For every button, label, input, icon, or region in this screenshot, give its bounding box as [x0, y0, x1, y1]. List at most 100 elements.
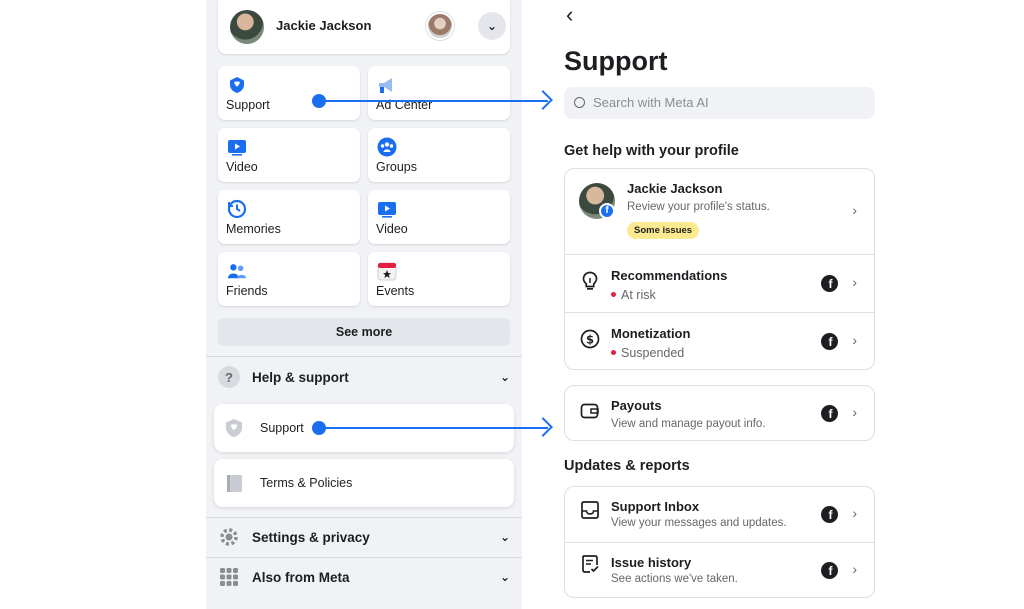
connector-arrow-support-item [312, 417, 553, 437]
chevron-down-icon: ⌄ [499, 570, 510, 584]
friends-icon [227, 262, 247, 280]
meta-ai-icon [574, 97, 585, 108]
tile-label: Video [376, 222, 408, 236]
facebook-icon: f [821, 562, 838, 579]
profile-row-subtitle: Review your profile's status. [627, 201, 770, 213]
calendar-star-icon [377, 262, 397, 281]
search-placeholder: Search with Meta AI [593, 95, 709, 110]
support-inbox-row[interactable]: Support Inbox View your messages and upd… [565, 487, 874, 542]
chevron-right-icon: › [852, 274, 857, 290]
facebook-icon: f [821, 333, 838, 350]
tile-video-2[interactable]: Video [368, 190, 510, 244]
tile-label: Groups [376, 160, 417, 174]
switch-profile-avatar[interactable] [426, 12, 454, 40]
tile-memories[interactable]: Memories [218, 190, 360, 244]
payouts-card[interactable]: Payouts View and manage payout info. f › [564, 385, 875, 441]
wallet-icon [580, 401, 600, 421]
tile-ad-center[interactable]: Ad Center [368, 66, 510, 120]
connector-arrow-support-tile [312, 90, 553, 110]
chevron-right-icon: › [852, 561, 857, 577]
payouts-title: Payouts [611, 398, 662, 413]
memories-clock-icon [227, 199, 247, 219]
search-input[interactable]: Search with Meta AI [564, 87, 875, 119]
video-play-icon [227, 138, 247, 156]
connector-dot [312, 94, 326, 108]
profile-status-row[interactable]: f Jackie Jackson Review your profile's s… [565, 169, 874, 254]
terms-policies-item[interactable]: Terms & Policies [214, 459, 514, 507]
arrow-head-icon [533, 90, 553, 110]
issue-history-row[interactable]: Issue history See actions we've taken. f… [565, 543, 874, 598]
profile-card[interactable]: Jackie Jackson ⌄ [218, 0, 510, 54]
settings-privacy-row[interactable]: Settings & privacy ⌄ [206, 518, 522, 556]
recommendations-row[interactable]: Recommendations At risk f › [565, 255, 874, 312]
tile-label: Video [226, 160, 258, 174]
facebook-icon: f [821, 506, 838, 523]
monetization-status-text: Suspended [621, 346, 685, 360]
see-more-button[interactable]: See more [218, 318, 510, 346]
profile-help-card: f Jackie Jackson Review your profile's s… [564, 168, 875, 370]
profile-row-name: Jackie Jackson [627, 181, 723, 196]
lightbulb-icon [580, 271, 600, 291]
recommendations-title: Recommendations [611, 268, 728, 283]
page-title: Support [564, 46, 668, 76]
monetization-row[interactable]: $ Monetization Suspended f › [565, 313, 874, 370]
document-check-icon [580, 554, 600, 574]
monetization-status: Suspended [611, 346, 684, 360]
profile-name: Jackie Jackson [276, 18, 372, 33]
support-menu-label: Support [260, 421, 304, 435]
back-arrow-icon[interactable]: ‹ [566, 2, 573, 28]
gear-icon [218, 526, 240, 548]
alert-dot-icon [611, 292, 616, 298]
tile-label: Support [226, 98, 270, 112]
help-support-label: Help & support [252, 369, 349, 385]
also-from-meta-row[interactable]: Also from Meta ⌄ [206, 558, 522, 596]
support-inbox-title: Support Inbox [611, 499, 700, 514]
tile-label: Events [376, 284, 415, 298]
facebook-menu-panel: Jackie Jackson ⌄ Support Ad Center Video… [206, 0, 522, 609]
issue-history-title: Issue history [611, 555, 692, 570]
connector-dot [312, 421, 326, 435]
chevron-right-icon: › [852, 332, 857, 348]
book-icon [224, 473, 244, 493]
monetization-title: Monetization [611, 326, 691, 341]
support-heart-icon [224, 418, 244, 438]
settings-privacy-label: Settings & privacy [252, 529, 370, 545]
payouts-row[interactable]: Payouts View and manage payout info. f › [565, 386, 874, 440]
chevron-down-icon: ⌄ [499, 370, 510, 384]
issue-history-subtitle: See actions we've taken. [611, 573, 738, 585]
groups-icon [377, 137, 397, 157]
also-from-meta-label: Also from Meta [252, 569, 350, 585]
divider [206, 356, 522, 357]
facebook-badge-icon: f [599, 203, 615, 219]
recommendations-status-text: At risk [621, 288, 656, 302]
tile-support[interactable]: Support [218, 66, 360, 120]
help-support-row[interactable]: ? Help & support ⌄ [206, 358, 522, 396]
tile-friends[interactable]: Friends [218, 252, 360, 306]
facebook-icon: f [821, 275, 838, 292]
chevron-right-icon: › [852, 505, 857, 521]
dollar-circle-icon: $ [580, 329, 600, 349]
tile-video[interactable]: Video [218, 128, 360, 182]
video-play-icon [377, 200, 397, 218]
facebook-icon: f [821, 405, 838, 422]
tile-events[interactable]: Events [368, 252, 510, 306]
tile-groups[interactable]: Groups [368, 128, 510, 182]
question-icon: ? [218, 366, 240, 388]
grid-icon [218, 566, 240, 588]
tile-label: Friends [226, 284, 268, 298]
arrow-head-icon [533, 417, 553, 437]
alert-dot-icon [611, 350, 616, 356]
support-inbox-subtitle: View your messages and updates. [611, 517, 787, 529]
chevron-right-icon: › [852, 404, 857, 420]
profile-dropdown-chevron-icon[interactable]: ⌄ [478, 12, 506, 40]
status-badge: Some issues [627, 222, 700, 239]
payouts-subtitle: View and manage payout info. [611, 418, 766, 430]
updates-card: Support Inbox View your messages and upd… [564, 486, 875, 598]
chevron-right-icon: › [852, 202, 857, 218]
tile-label: Memories [226, 222, 281, 236]
terms-policies-label: Terms & Policies [260, 476, 353, 490]
chevron-down-icon: ⌄ [499, 530, 510, 544]
section-title-profile: Get help with your profile [564, 143, 739, 159]
section-title-updates: Updates & reports [564, 458, 690, 474]
support-shield-icon [227, 76, 247, 94]
